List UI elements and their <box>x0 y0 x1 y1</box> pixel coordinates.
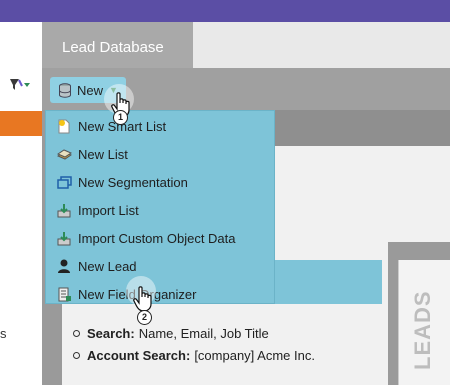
content-header-strip <box>268 110 450 146</box>
import-icon <box>57 231 72 246</box>
new-button-label: New <box>77 82 104 98</box>
segmentation-icon <box>57 175 72 190</box>
top-nav-bar <box>0 0 450 22</box>
menu-item-new-list[interactable]: New List <box>46 140 274 168</box>
filter-icon[interactable] <box>9 77 31 96</box>
search-help-desc: Name, Email, Job Title <box>138 325 269 341</box>
menu-item-label: New List <box>78 146 128 162</box>
import-icon <box>57 203 72 218</box>
menu-item-new-smart-list[interactable]: New Smart List <box>46 112 274 140</box>
tab-lead-database[interactable]: Lead Database <box>42 22 193 68</box>
tab-strip-empty <box>193 22 450 68</box>
database-icon <box>58 82 73 98</box>
field-organizer-icon <box>57 287 72 302</box>
search-help-item: Search: Name, Email, Job Title <box>73 322 315 344</box>
step-badge: 1 <box>113 110 128 125</box>
step-badge: 2 <box>137 310 152 325</box>
menu-item-label: Import Custom Object Data <box>78 230 236 246</box>
menu-item-label: New Lead <box>78 258 137 274</box>
leads-label: LEADS <box>410 290 435 370</box>
search-help-list: Search: Name, Email, Job Title Account S… <box>73 322 315 366</box>
left-accent-bar <box>0 111 42 136</box>
menu-item-label: New Segmentation <box>78 174 188 190</box>
list-icon <box>56 147 73 162</box>
menu-item-new-segmentation[interactable]: New Segmentation <box>46 168 274 196</box>
person-icon <box>57 259 72 274</box>
left-edge-text: s <box>0 326 7 341</box>
search-help-desc: [company] Acme Inc. <box>194 347 315 363</box>
menu-item-import-custom-object-data[interactable]: Import Custom Object Data <box>46 224 274 252</box>
menu-item-new-lead[interactable]: New Lead <box>46 252 274 280</box>
content-panel-top <box>268 146 450 242</box>
panel-blue-header <box>268 260 382 304</box>
search-help-term: Search: <box>87 325 135 341</box>
bullet-icon <box>73 351 80 359</box>
menu-item-label: Import List <box>78 202 139 218</box>
bullet-icon <box>73 329 80 337</box>
smart-list-icon <box>57 119 72 134</box>
search-help-item: Account Search: [company] Acme Inc. <box>73 344 315 366</box>
menu-item-new-field-organizer[interactable]: New Field Organizer <box>46 280 274 308</box>
new-dropdown-menu: New Smart List New List New Segmentation… <box>45 110 275 304</box>
search-help-term: Account Search: <box>87 347 191 363</box>
menu-item-import-list[interactable]: Import List <box>46 196 274 224</box>
